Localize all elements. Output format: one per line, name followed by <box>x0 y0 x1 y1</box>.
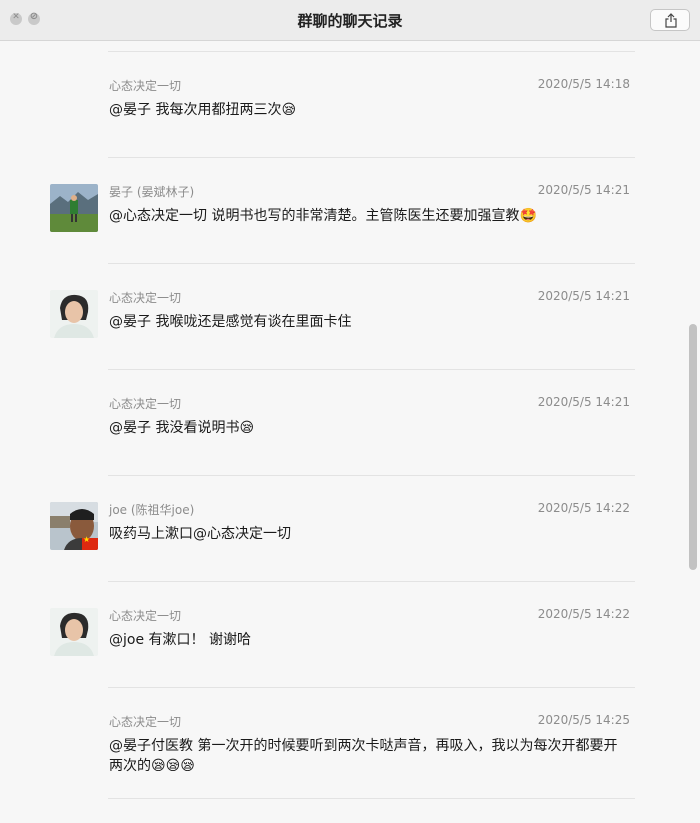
message-text: @晏子 我喉咙还是感觉有谈在里面卡住 <box>109 314 352 330</box>
message-time: 2020/5/5 14:21 <box>537 289 630 303</box>
title-bar: 群聊的聊天记录 <box>0 0 700 41</box>
message-time: 2020/5/5 14:22 <box>537 607 630 621</box>
message-time: 2020/5/5 14:22 <box>537 501 630 515</box>
message-sender: 心态决定一切 <box>109 715 182 729</box>
message-item: 心态决定一切 2020/5/5 14:25 @晏子付医教 第一次开的时候要听到两… <box>0 687 680 799</box>
avatar[interactable] <box>50 608 98 656</box>
china-flag-icon <box>82 535 98 550</box>
message-text: 吸药马上漱口@心态决定一切 <box>109 526 291 542</box>
message-time: 2020/5/5 14:18 <box>537 77 630 91</box>
message-sender: 心态决定一切 <box>109 609 182 623</box>
avatar[interactable] <box>50 184 98 232</box>
message-list[interactable]: 心态决定一切 2020/5/5 14:18 @晏子 我每次用都扭两三次😪 晏子 … <box>0 41 700 823</box>
message-sender: joe (陈祖华joe) <box>109 503 195 517</box>
chat-history-window: 群聊的聊天记录 心态决定一切 2020/5/5 14:18 @晏子 我每次用都扭… <box>0 0 700 823</box>
message-text: @joe 有漱口！ 谢谢哈 <box>109 632 251 648</box>
divider <box>108 798 635 799</box>
message-item: 心态决定一切 2020/5/5 14:22 @joe 有漱口！ 谢谢哈 <box>0 581 680 687</box>
message-item: 心态决定一切 2020/5/5 14:21 @晏子 我喉咙还是感觉有谈在里面卡住 <box>0 263 680 369</box>
message-text: @晏子 我没看说明书😪 <box>109 420 255 436</box>
share-icon <box>665 13 677 28</box>
avatar[interactable] <box>50 502 98 550</box>
message-sender: 心态决定一切 <box>109 397 182 411</box>
message-text: @晏子 我每次用都扭两三次😪 <box>109 102 297 118</box>
message-time: 2020/5/5 14:21 <box>537 395 630 409</box>
message-item: 晏子 (晏斌林子) 2020/5/5 14:21 @心态决定一切 说明书也写的非… <box>0 157 680 263</box>
message-sender: 心态决定一切 <box>109 79 182 93</box>
share-button[interactable] <box>650 9 690 31</box>
scrollbar-thumb[interactable] <box>689 324 697 570</box>
message-sender: 晏子 (晏斌林子) <box>109 185 195 199</box>
scrollbar[interactable] <box>686 41 700 823</box>
message-item: 心态决定一切 2020/5/5 14:18 @晏子 我每次用都扭两三次😪 <box>0 51 680 157</box>
window-title: 群聊的聊天记录 <box>297 12 403 30</box>
message-time: 2020/5/5 14:25 <box>537 713 630 727</box>
avatar[interactable] <box>50 290 98 338</box>
message-text: @心态决定一切 说明书也写的非常清楚。主管陈医生还要加强宣教🤩 <box>109 208 537 224</box>
message-text: @晏子付医教 第一次开的时候要听到两次卡哒声音，再吸入，我以为每次开都要开两次的… <box>109 738 618 774</box>
message-item: joe (陈祖华joe) 2020/5/5 14:22 吸药马上漱口@心态决定一… <box>0 475 680 581</box>
message-item: 心态决定一切 2020/5/5 14:21 @晏子 我没看说明书😪 <box>0 369 680 475</box>
message-sender: 心态决定一切 <box>109 291 182 305</box>
message-time: 2020/5/5 14:21 <box>537 183 630 197</box>
